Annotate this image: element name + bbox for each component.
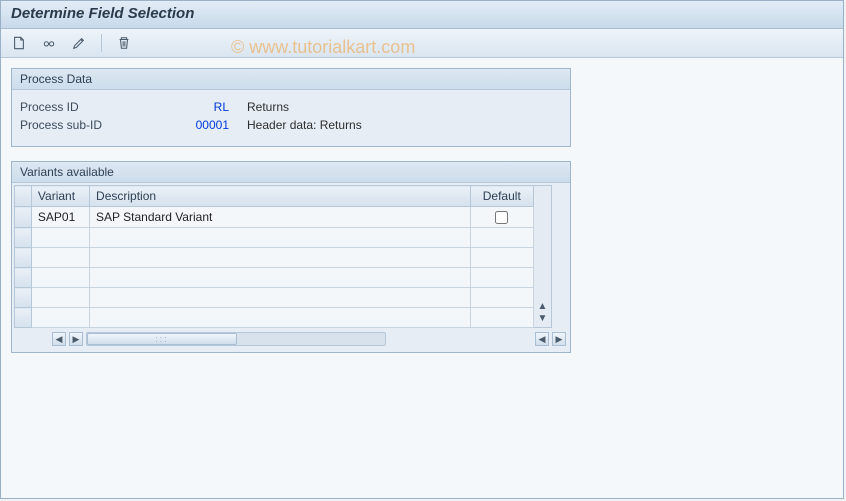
- scroll-first-icon[interactable]: ◀: [52, 332, 66, 346]
- create-button[interactable]: [9, 33, 29, 53]
- glasses-icon: [42, 36, 56, 50]
- process-id-value[interactable]: RL: [180, 100, 235, 114]
- table-row[interactable]: [15, 248, 534, 268]
- cell-default[interactable]: [470, 228, 533, 248]
- scrollbar-thumb[interactable]: :::: [87, 333, 237, 345]
- process-data-header: Process Data: [12, 69, 570, 90]
- process-subid-value[interactable]: 00001: [180, 118, 235, 132]
- table-row[interactable]: SAP01 SAP Standard Variant: [15, 207, 534, 228]
- row-selector[interactable]: [15, 228, 32, 248]
- col-variant-header[interactable]: Variant: [31, 186, 89, 207]
- toolbar: [1, 29, 843, 58]
- process-data-group: Process Data Process ID RL Returns Proce…: [11, 68, 571, 147]
- titlebar: Determine Field Selection: [1, 1, 843, 29]
- cell-description[interactable]: [90, 228, 471, 248]
- cell-default[interactable]: [470, 207, 533, 228]
- row-selector[interactable]: [15, 248, 32, 268]
- col-description-header[interactable]: Description: [90, 186, 471, 207]
- scroll-up-icon[interactable]: ▲: [534, 301, 551, 313]
- variants-tablewrap: Variant Description Default SAP01 SAP St…: [12, 183, 570, 328]
- table-row[interactable]: [15, 268, 534, 288]
- process-subid-desc: Header data: Returns: [235, 118, 362, 132]
- pencil-icon: [72, 36, 86, 50]
- cell-variant[interactable]: [31, 308, 89, 328]
- page-icon: [12, 36, 26, 50]
- process-subid-label: Process sub-ID: [20, 118, 180, 132]
- cell-description[interactable]: [90, 308, 471, 328]
- default-checkbox[interactable]: [495, 211, 508, 224]
- cell-default[interactable]: [470, 288, 533, 308]
- variants-group: Variants available Variant Description D…: [11, 161, 571, 353]
- cell-default[interactable]: [470, 268, 533, 288]
- process-id-label: Process ID: [20, 100, 180, 114]
- delete-button[interactable]: [114, 33, 134, 53]
- toolbar-separator: [101, 34, 102, 52]
- scroll-down-icon[interactable]: ▼: [534, 313, 551, 325]
- scroll-right-icon[interactable]: ◀: [535, 332, 549, 346]
- vertical-scrollbar[interactable]: ▲ ▼: [534, 185, 552, 328]
- app-window: Determine Field Selection © www.tutorial…: [0, 0, 844, 499]
- horizontal-scrollbar[interactable]: :::: [86, 332, 386, 346]
- scroll-last-icon[interactable]: ▶: [552, 332, 566, 346]
- process-id-row: Process ID RL Returns: [20, 100, 562, 114]
- row-selector[interactable]: [15, 207, 32, 228]
- table-row[interactable]: [15, 228, 534, 248]
- row-selector[interactable]: [15, 308, 32, 328]
- table-row[interactable]: [15, 288, 534, 308]
- cell-variant[interactable]: SAP01: [31, 207, 89, 228]
- cell-description[interactable]: [90, 288, 471, 308]
- page-title: Determine Field Selection: [11, 5, 833, 22]
- cell-variant[interactable]: [31, 248, 89, 268]
- cell-description[interactable]: [90, 248, 471, 268]
- row-selector[interactable]: [15, 288, 32, 308]
- display-button[interactable]: [39, 33, 59, 53]
- variants-tbody: SAP01 SAP Standard Variant: [15, 207, 534, 328]
- scroll-left-icon[interactable]: ▶: [69, 332, 83, 346]
- cell-description[interactable]: SAP Standard Variant: [90, 207, 471, 228]
- cell-default[interactable]: [470, 308, 533, 328]
- content-area: Process Data Process ID RL Returns Proce…: [1, 58, 843, 373]
- cell-variant[interactable]: [31, 288, 89, 308]
- process-id-desc: Returns: [235, 100, 289, 114]
- cell-description[interactable]: [90, 268, 471, 288]
- variants-header-row: Variant Description Default: [15, 186, 534, 207]
- variants-table: Variant Description Default SAP01 SAP St…: [14, 185, 534, 328]
- cell-variant[interactable]: [31, 228, 89, 248]
- cell-variant[interactable]: [31, 268, 89, 288]
- rowhead-corner[interactable]: [15, 186, 32, 207]
- process-data-body: Process ID RL Returns Process sub-ID 000…: [12, 90, 570, 146]
- change-button[interactable]: [69, 33, 89, 53]
- trash-icon: [117, 36, 131, 50]
- row-selector[interactable]: [15, 268, 32, 288]
- variants-header: Variants available: [12, 162, 570, 183]
- col-default-header[interactable]: Default: [470, 186, 533, 207]
- process-subid-row: Process sub-ID 00001 Header data: Return…: [20, 118, 562, 132]
- table-row[interactable]: [15, 308, 534, 328]
- horizontal-scroll-row: ◀ ▶ ::: ◀ ▶: [12, 328, 570, 352]
- cell-default[interactable]: [470, 248, 533, 268]
